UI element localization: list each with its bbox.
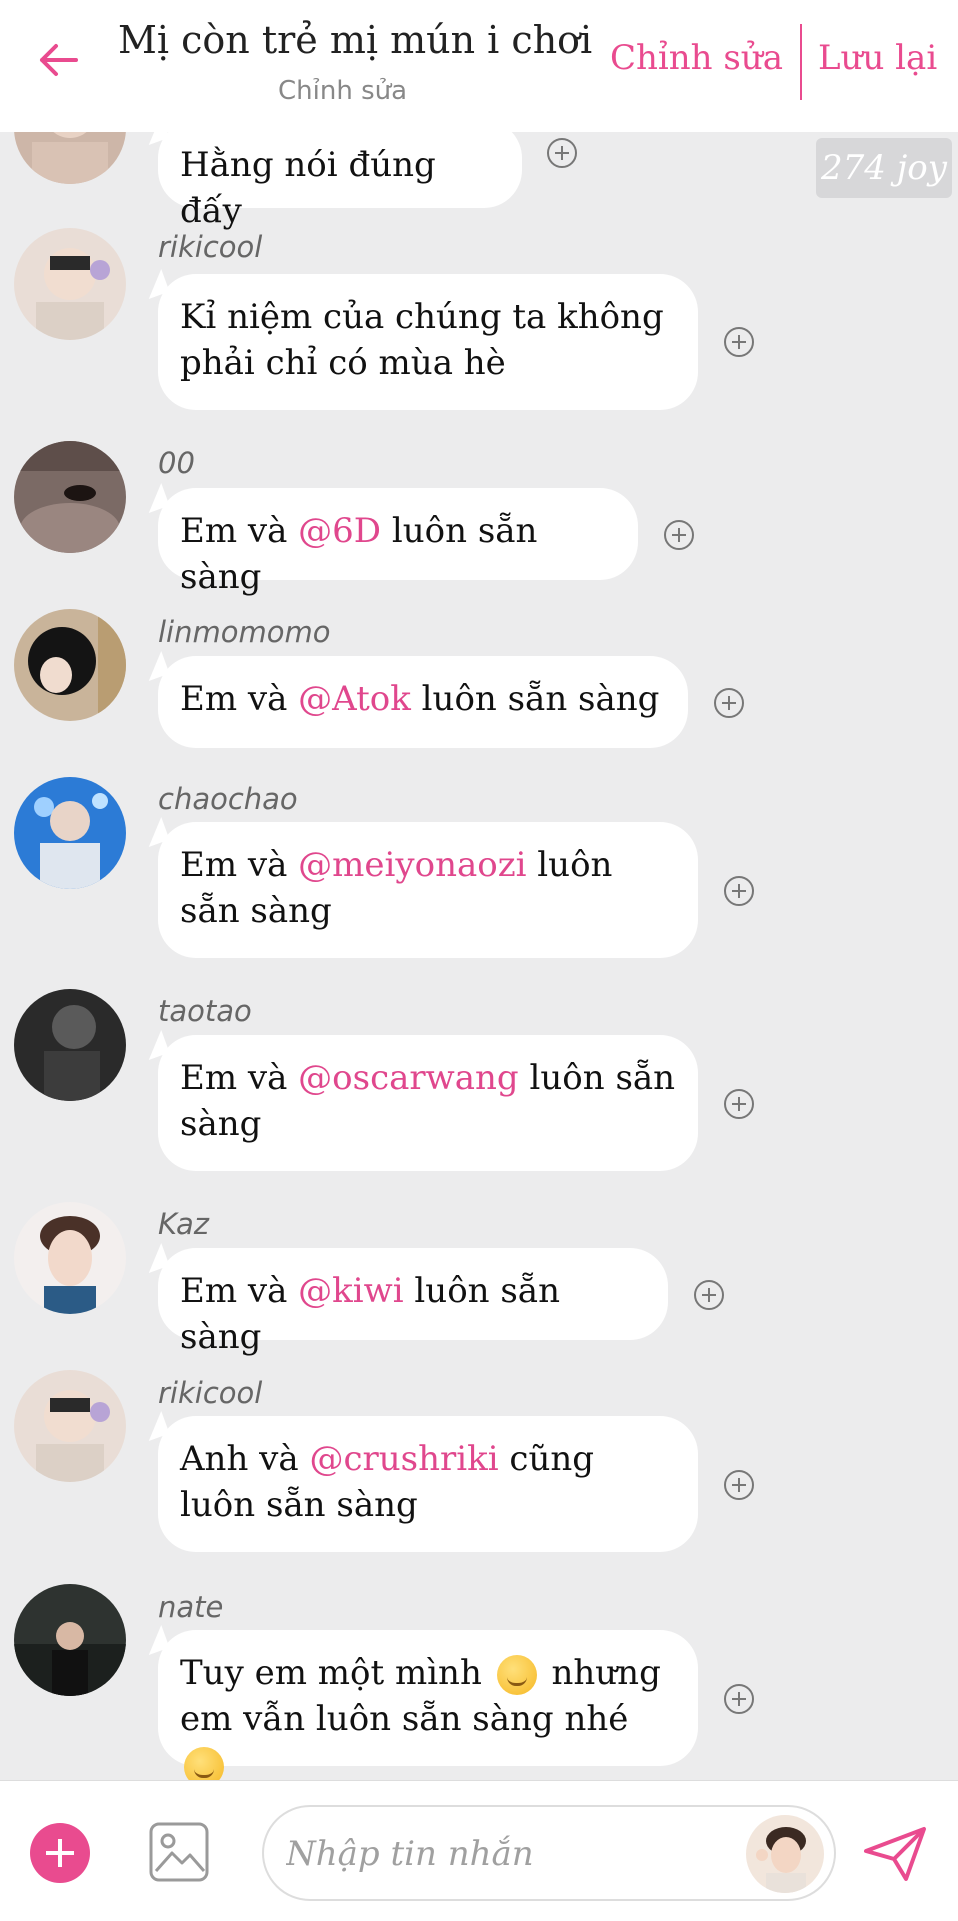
send-icon <box>864 1827 926 1881</box>
mention-link[interactable]: @6D <box>298 511 381 551</box>
avatar[interactable] <box>14 777 126 889</box>
avatar[interactable] <box>14 609 126 721</box>
mention-link[interactable]: @crushriki <box>309 1439 498 1479</box>
username[interactable]: nate <box>158 1590 223 1624</box>
plus-circle-icon[interactable] <box>547 138 577 168</box>
message-list[interactable]: 274 joy Hằng nói đúng đấy rikicool Kỉ ni… <box>0 132 958 1780</box>
edit-button[interactable]: Chỉnh sửa <box>610 38 783 78</box>
plus-circle-icon[interactable] <box>724 327 754 357</box>
sticker-avatar[interactable] <box>746 1815 824 1893</box>
plus-circle-icon[interactable] <box>714 688 744 718</box>
add-button[interactable] <box>30 1823 90 1883</box>
avatar[interactable] <box>14 989 126 1101</box>
header-divider <box>800 24 802 100</box>
message-bubble[interactable]: Anh và @crushriki cũng luôn sẵn sàng <box>158 1416 698 1552</box>
username[interactable]: rikicool <box>158 1376 262 1410</box>
message-bubble[interactable]: Hằng nói đúng đấy <box>158 132 522 231</box>
mention-link[interactable]: @oscarwang <box>298 1058 519 1098</box>
save-button[interactable]: Lưu lại <box>818 38 937 78</box>
message-text: Em và <box>180 1271 299 1311</box>
message-bubble[interactable]: Em và @kiwi luôn sẵn sàng <box>158 1248 668 1357</box>
pensive-emoji-icon <box>496 1655 537 1695</box>
plus-circle-icon[interactable] <box>724 1089 754 1119</box>
message-bubble[interactable]: Kỉ niệm của chúng ta không phải chỉ có m… <box>158 274 698 410</box>
username[interactable]: chaochao <box>158 782 298 816</box>
message-text: Anh và <box>180 1439 310 1479</box>
send-button[interactable] <box>862 1825 928 1883</box>
grinning-emoji-icon <box>184 1747 224 1780</box>
avatar[interactable] <box>14 132 126 184</box>
message-text: Em và <box>180 679 299 719</box>
username[interactable]: rikicool <box>158 230 262 264</box>
plus-circle-icon[interactable] <box>724 1470 754 1500</box>
chat-title: Mị còn trẻ mị mún i chơi <box>118 18 593 62</box>
username[interactable]: 00 <box>158 446 195 480</box>
message-bubble[interactable]: Tuy em một mình nhưng em vẫn luôn sẵn sà… <box>158 1630 698 1780</box>
arrow-left-icon <box>40 44 78 76</box>
mention-link[interactable]: @meiyonaozi <box>298 845 526 885</box>
plus-circle-icon[interactable] <box>664 520 694 550</box>
message-text: Em và <box>180 1058 299 1098</box>
message-text: luôn sẵn sàng <box>410 679 660 719</box>
joy-badge: 274 joy <box>816 138 952 198</box>
message-text: Kỉ niệm của chúng ta không phải chỉ có m… <box>180 297 664 383</box>
avatar[interactable] <box>14 228 126 340</box>
message-bubble[interactable]: Em và @Atok luôn sẵn sàng <box>158 656 688 748</box>
message-input-container[interactable] <box>262 1805 836 1901</box>
avatar[interactable] <box>14 1370 126 1482</box>
username[interactable]: taotao <box>158 994 252 1028</box>
message-text: Tuy em một mình <box>180 1653 493 1693</box>
username[interactable]: Kaz <box>158 1207 209 1241</box>
back-button[interactable] <box>30 32 86 88</box>
message-input[interactable] <box>284 1825 718 1883</box>
avatar[interactable] <box>14 441 126 553</box>
message-bubble[interactable]: Em và @oscarwang luôn sẵn sàng <box>158 1035 698 1171</box>
plus-circle-icon[interactable] <box>694 1280 724 1310</box>
avatar[interactable] <box>14 1202 126 1314</box>
avatar[interactable] <box>14 1584 126 1696</box>
image-icon <box>149 1822 209 1882</box>
message-text: Hằng nói đúng đấy <box>180 145 436 231</box>
plus-circle-icon[interactable] <box>724 1684 754 1714</box>
mention-link[interactable]: @kiwi <box>298 1271 403 1311</box>
username[interactable]: linmomomo <box>158 615 330 649</box>
plus-circle-icon[interactable] <box>724 876 754 906</box>
composer-bar <box>0 1780 958 1921</box>
message-bubble[interactable]: Em và @meiyonaozi luôn sẵn sàng <box>158 822 698 958</box>
image-button[interactable] <box>148 1821 210 1883</box>
chat-subtitle: Chỉnh sửa <box>278 76 408 106</box>
message-bubble[interactable]: Em và @6D luôn sẵn sàng <box>158 488 638 597</box>
mention-link[interactable]: @Atok <box>298 679 411 719</box>
message-text: Em và <box>180 511 299 551</box>
message-text: Em và <box>180 845 299 885</box>
chat-header: Mị còn trẻ mị mún i chơi Chỉnh sửa Chỉnh… <box>0 0 958 132</box>
